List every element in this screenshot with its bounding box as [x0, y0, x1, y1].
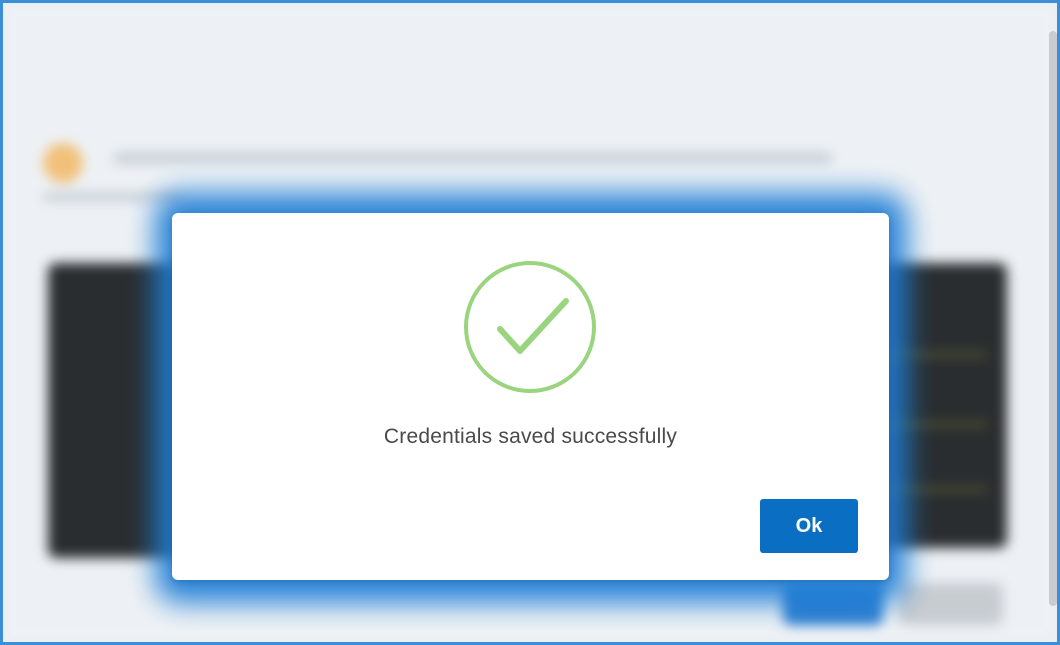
app-window: Credentials saved successfully Ok — [0, 0, 1060, 645]
ok-button[interactable]: Ok — [760, 499, 858, 553]
blurred-secondary-button — [898, 583, 1003, 625]
success-dialog: Credentials saved successfully Ok — [172, 213, 889, 580]
dialog-message: Credentials saved successfully — [383, 425, 678, 448]
blurred-author-avatar — [43, 143, 83, 183]
vertical-scrollbar[interactable] — [1049, 31, 1057, 606]
blurred-meta-line — [113, 153, 833, 163]
checkmark-circle-icon — [464, 261, 596, 393]
